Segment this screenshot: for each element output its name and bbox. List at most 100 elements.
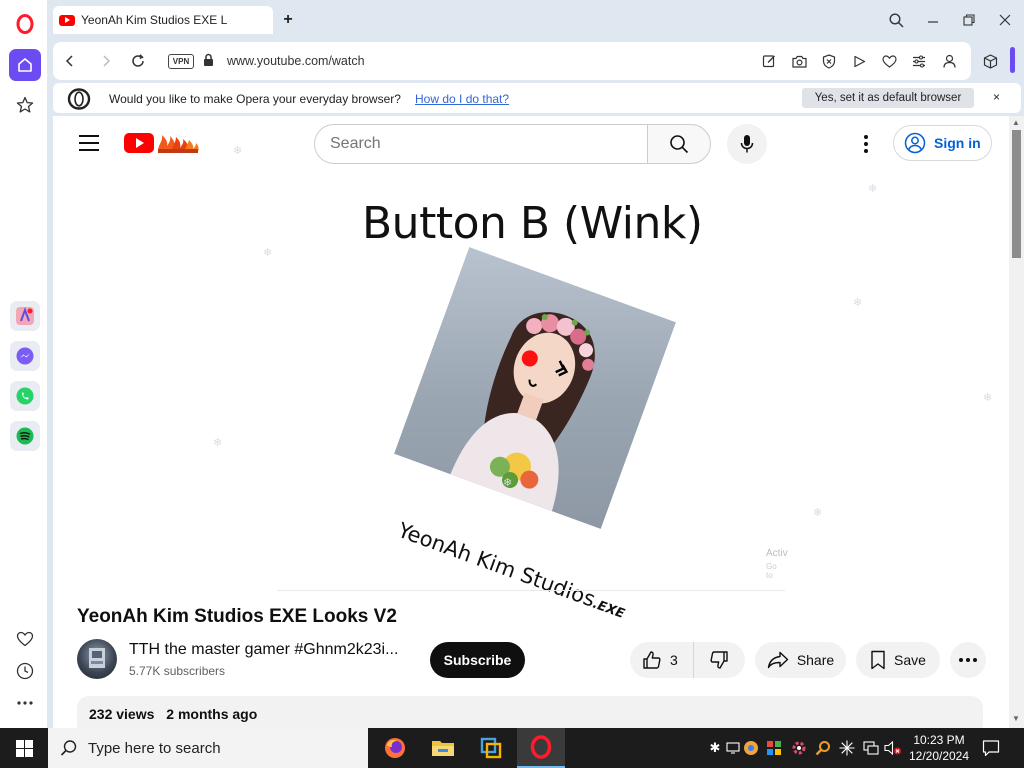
history-clock-icon[interactable]	[9, 655, 41, 687]
opera-taskbar-icon[interactable]	[517, 728, 565, 768]
channel-name[interactable]: TTH the master gamer #Ghnm2k23i...	[129, 641, 404, 659]
page-scrollbar[interactable]: ▲ ▼	[1009, 116, 1024, 728]
snowflake-icon: ❄	[868, 183, 878, 195]
pinboard-icon[interactable]	[880, 52, 898, 70]
search-icon	[670, 135, 689, 154]
bookmark-icon	[871, 650, 885, 670]
tray-gear-icon[interactable]	[790, 739, 808, 757]
youtube-logo-icon[interactable]	[124, 133, 154, 153]
scroll-thumb[interactable]	[1012, 130, 1021, 258]
thumbs-up-icon	[643, 651, 661, 669]
taskbar-search-box[interactable]: Type here to search	[48, 728, 368, 768]
video-player[interactable]: Button B (Wink) YeonAh Kim Studios.EXE A…	[277, 178, 788, 622]
save-label: Save	[894, 652, 926, 668]
speed-dial-star-icon[interactable]	[9, 89, 41, 121]
guide-menu-icon[interactable]	[79, 135, 99, 151]
tray-monitor-icon[interactable]	[724, 739, 742, 757]
tab-search-icon[interactable]	[886, 10, 906, 30]
video-thumbnail-photo	[394, 247, 676, 529]
like-button[interactable]: 3	[630, 642, 694, 678]
dislike-button[interactable]	[694, 642, 744, 678]
profile-icon[interactable]	[940, 52, 958, 70]
back-arrow-icon[interactable]	[60, 51, 80, 71]
set-default-button[interactable]: Yes, set it as default browser	[802, 88, 974, 108]
windows-taskbar: Type here to search ✱ 10:23 PM 12/20/202…	[0, 728, 1024, 768]
spotify-icon[interactable]	[10, 421, 40, 451]
snowflake-icon: ❄	[263, 247, 273, 259]
subscribe-button[interactable]: Subscribe	[430, 642, 525, 678]
easy-setup-icon[interactable]	[910, 52, 928, 70]
close-window-button[interactable]	[995, 10, 1015, 30]
watermark-suffix: .EXE	[590, 596, 627, 622]
taskbar-search-icon	[60, 740, 77, 756]
video-title: YeonAh Kim Studios EXE Looks V2	[77, 606, 397, 627]
file-explorer-icon[interactable]	[419, 728, 467, 768]
firefox-icon[interactable]	[371, 728, 419, 768]
url-field[interactable]	[227, 54, 747, 68]
sidebar-toggle-indicator[interactable]	[1010, 47, 1015, 73]
voice-search-button[interactable]	[727, 124, 767, 164]
opera-sidebar	[0, 0, 48, 728]
player-play-icon[interactable]	[850, 52, 868, 70]
channel-avatar[interactable]	[77, 639, 117, 679]
youtube-doodle-fire-icon[interactable]	[156, 130, 200, 161]
restore-button[interactable]	[959, 10, 979, 30]
account-circle-icon	[904, 132, 926, 154]
snowflake-icon: ❄	[813, 507, 823, 519]
search-button[interactable]	[647, 124, 711, 164]
scroll-up-arrow-icon[interactable]: ▲	[1012, 118, 1020, 127]
tray-app-icon[interactable]: ✱	[706, 739, 724, 757]
snowflake-icon: ❄	[853, 297, 863, 309]
tray-network-icon[interactable]	[862, 739, 880, 757]
messenger-icon[interactable]	[10, 341, 40, 371]
taskbar-clock[interactable]: 10:23 PM 12/20/2024	[905, 732, 973, 764]
tray-volume-muted-icon[interactable]	[884, 739, 902, 757]
sign-in-button[interactable]: Sign in	[893, 125, 992, 161]
extensions-cube-icon[interactable]	[977, 48, 1003, 74]
youtube-favicon-icon	[59, 14, 75, 26]
watermark-main: YeonAh Kim Studios	[394, 518, 599, 612]
tab-youtube[interactable]: YeonAh Kim Studios EXE L	[53, 6, 273, 34]
camera-icon[interactable]	[790, 52, 808, 70]
notice-close-button[interactable]: ×	[993, 90, 1000, 104]
default-browser-notice: Would you like to make Opera your everyd…	[53, 83, 1021, 113]
whatsapp-icon[interactable]	[10, 381, 40, 411]
reload-icon[interactable]	[128, 51, 148, 71]
clock-time: 10:23 PM	[913, 733, 965, 747]
save-button[interactable]: Save	[856, 642, 940, 678]
home-icon[interactable]	[9, 49, 41, 81]
snapshot-edit-icon[interactable]	[760, 52, 778, 70]
share-button[interactable]: Share	[755, 642, 846, 678]
lock-icon[interactable]	[203, 53, 214, 72]
settings-kebab-icon[interactable]	[856, 133, 876, 155]
notice-text: Would you like to make Opera your everyd…	[109, 92, 401, 106]
tray-colorful-app-icon[interactable]	[742, 739, 760, 757]
opera-notice-logo-icon	[67, 88, 91, 113]
snowflake-icon: ❄	[233, 145, 243, 157]
new-tab-button[interactable]: +	[278, 10, 298, 30]
sign-in-label: Sign in	[934, 135, 981, 151]
vpn-badge[interactable]: VPN	[168, 54, 194, 69]
forward-arrow-icon[interactable]	[96, 51, 116, 71]
tab-strip: YeonAh Kim Studios EXE L +	[48, 0, 1024, 40]
aria-ai-icon[interactable]	[10, 301, 40, 331]
more-actions-button[interactable]	[950, 642, 986, 678]
vmware-icon[interactable]	[467, 728, 515, 768]
pinboard-heart-icon[interactable]	[9, 623, 41, 655]
youtube-search-input[interactable]	[314, 124, 648, 164]
notification-center-icon[interactable]	[982, 739, 1000, 762]
sidebar-more-icon[interactable]	[9, 687, 41, 719]
tray-package-icon[interactable]	[765, 739, 783, 757]
video-progress-bar[interactable]	[277, 590, 785, 591]
opera-logo-icon[interactable]	[9, 8, 41, 40]
adblock-shield-icon[interactable]	[820, 52, 838, 70]
description-box[interactable]: 232 views 2 months ago	[77, 696, 983, 728]
notice-help-link[interactable]: How do I do that?	[415, 92, 509, 106]
windows-start-icon[interactable]	[0, 728, 48, 768]
tray-sparkle-icon[interactable]	[838, 739, 856, 757]
address-bar: VPN	[53, 42, 971, 80]
tray-magnifier-icon[interactable]	[814, 739, 832, 757]
minimize-button[interactable]	[923, 10, 943, 30]
snowflake-icon: ❄	[213, 437, 223, 449]
scroll-down-arrow-icon[interactable]: ▼	[1012, 714, 1020, 723]
